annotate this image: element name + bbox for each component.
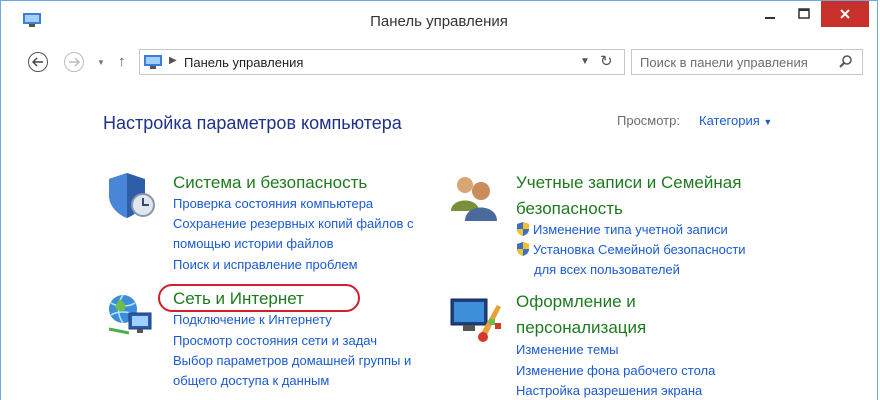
uac-shield-icon bbox=[517, 222, 529, 236]
users-icon bbox=[451, 177, 497, 221]
link-change-theme[interactable]: Изменение темы bbox=[516, 340, 618, 359]
shield-icon bbox=[109, 173, 155, 218]
category-appearance[interactable]: Оформление и bbox=[516, 290, 636, 314]
link-connect-internet[interactable]: Подключение к Интернету bbox=[173, 310, 332, 329]
maximize-icon bbox=[798, 8, 810, 19]
maximize-button[interactable] bbox=[787, 1, 821, 27]
network-icon bbox=[108, 294, 152, 335]
breadcrumb-item[interactable]: Панель управления bbox=[184, 55, 303, 70]
breadcrumb-separator-icon[interactable]: ▶ bbox=[169, 55, 177, 66]
link-family-safety[interactable]: Установка Семейной безопасности bbox=[516, 240, 746, 259]
search-icon[interactable] bbox=[838, 54, 854, 70]
navigation-bar: ▼ ↑ ▶ Панель управления ▼ ↻ Поиск в пане… bbox=[1, 45, 877, 79]
link-check-computer-status[interactable]: Проверка состояния компьютера bbox=[173, 194, 373, 213]
address-bar[interactable]: ▶ Панель управления ▼ ↻ bbox=[139, 49, 625, 75]
window-title: Панель управления bbox=[370, 13, 508, 30]
up-arrow-icon[interactable]: ↑ bbox=[118, 53, 126, 70]
link-change-account-type[interactable]: Изменение типа учетной записи bbox=[516, 220, 728, 239]
forward-button[interactable] bbox=[64, 52, 84, 72]
appearance-icon bbox=[450, 298, 501, 342]
uac-shield-icon bbox=[517, 242, 529, 256]
minimize-button[interactable] bbox=[753, 1, 787, 27]
search-placeholder: Поиск в панели управления bbox=[640, 55, 808, 70]
minimize-icon bbox=[765, 17, 775, 19]
back-button[interactable] bbox=[28, 52, 48, 72]
control-panel-icon bbox=[144, 55, 162, 69]
link-change-desktop-background[interactable]: Изменение фона рабочего стола bbox=[516, 361, 715, 380]
chevron-down-icon: ▼ bbox=[763, 117, 773, 127]
link-change-account-type-label: Изменение типа учетной записи bbox=[533, 222, 728, 237]
link-network-status[interactable]: Просмотр состояния сети и задач bbox=[173, 331, 377, 350]
link-sharing-options[interactable]: общего доступа к данным bbox=[173, 371, 329, 390]
address-dropdown-chevron-icon[interactable]: ▼ bbox=[580, 56, 590, 67]
page-title: Настройка параметров компьютера bbox=[103, 113, 402, 133]
search-input[interactable]: Поиск в панели управления bbox=[631, 49, 863, 75]
category-system-security[interactable]: Система и безопасность bbox=[173, 171, 367, 195]
link-troubleshoot[interactable]: Поиск и исправление проблем bbox=[173, 255, 358, 274]
link-backup-files[interactable]: Сохранение резервных копий файлов с bbox=[173, 214, 414, 233]
link-homegroup-options[interactable]: Выбор параметров домашней группы и bbox=[173, 351, 411, 370]
category-user-accounts-line2[interactable]: безопасность bbox=[516, 197, 623, 221]
link-all-users[interactable]: для всех пользователей bbox=[534, 260, 680, 279]
link-screen-resolution[interactable]: Настройка разрешения экрана bbox=[516, 381, 702, 400]
category-user-accounts[interactable]: Учетные записи и Семейная bbox=[516, 171, 741, 195]
refresh-icon[interactable]: ↻ bbox=[600, 52, 613, 70]
link-family-safety-label: Установка Семейной безопасности bbox=[533, 242, 746, 257]
recent-locations-chevron-icon[interactable]: ▼ bbox=[97, 58, 105, 67]
view-by-dropdown[interactable]: Категория ▼ bbox=[699, 113, 772, 128]
title-bar: Панель управления bbox=[1, 1, 877, 41]
control-panel-window: Панель управления ▼ ↑ ▶ Панель управлени… bbox=[0, 0, 878, 400]
highlight-circle bbox=[158, 284, 360, 312]
link-file-history[interactable]: помощью истории файлов bbox=[173, 234, 334, 253]
close-button[interactable] bbox=[821, 1, 869, 27]
arrow-right-icon bbox=[69, 57, 80, 67]
view-by-value: Категория bbox=[699, 113, 760, 128]
close-icon bbox=[840, 9, 850, 19]
arrow-left-icon bbox=[32, 57, 43, 67]
view-by-label: Просмотр: bbox=[617, 113, 680, 128]
category-appearance-line2[interactable]: персонализация bbox=[516, 316, 646, 340]
